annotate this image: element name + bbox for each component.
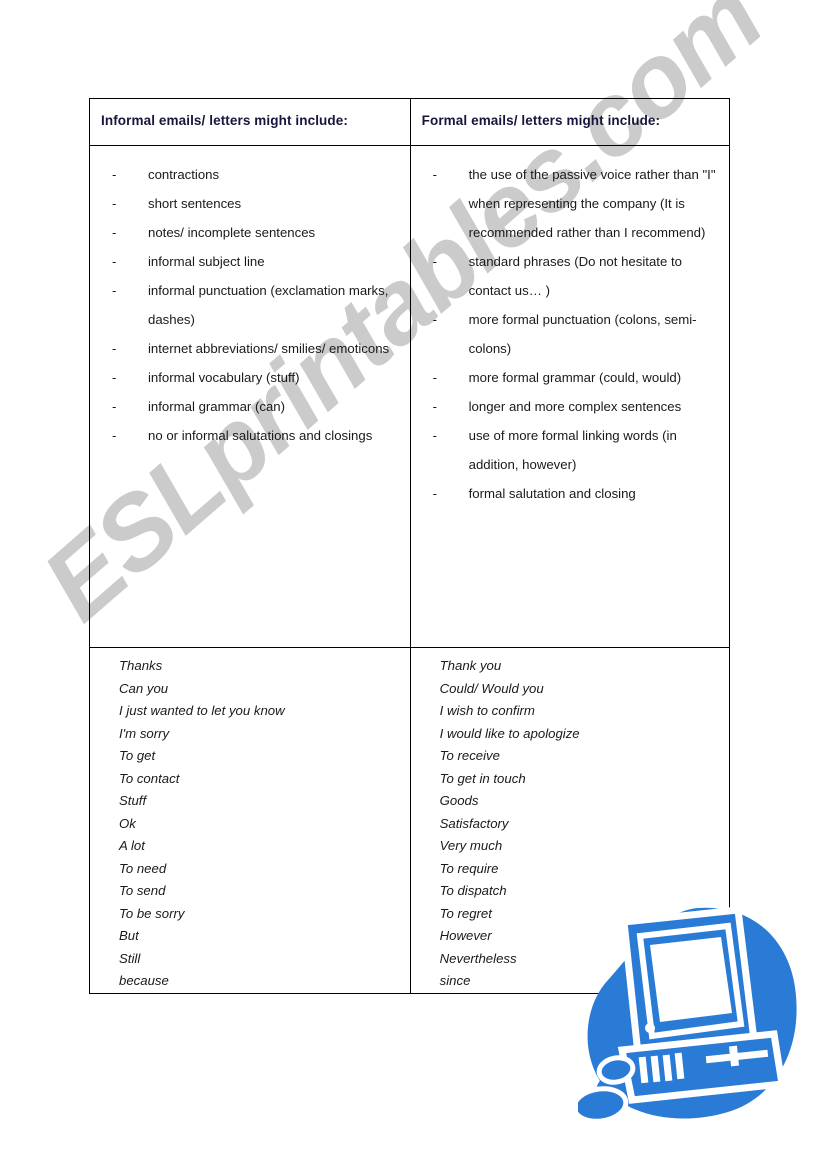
- list-item: Thanks: [119, 658, 163, 673]
- list-item: - the use of the passive voice rather tha…: [433, 160, 717, 247]
- dash-marker: -: [112, 428, 117, 443]
- dash-marker: -: [112, 370, 117, 385]
- list-item-label: contractions: [148, 167, 220, 182]
- dash-marker: -: [112, 341, 117, 356]
- list-item: To be sorry: [119, 905, 185, 921]
- list-item: Stuff: [119, 793, 147, 808]
- list-item: Thank you: [439, 658, 502, 673]
- list-item-label: informal grammar (can): [148, 399, 286, 414]
- list-item: To contact: [119, 770, 180, 786]
- features-cell-formal: - the use of the passive voice rather tha…: [409, 145, 731, 648]
- list-item: To get: [119, 748, 156, 763]
- list-item: - internet abbreviations/ smilies/ emotic…: [112, 334, 398, 363]
- list-item-label: no or informal salutations and closings: [148, 428, 373, 443]
- list-item-label: internet abbreviations/ smilies/ emotico…: [148, 341, 390, 356]
- list-item: - more formal punctuation (colons, semi-c…: [433, 305, 717, 363]
- list-item: I'm sorry: [119, 725, 170, 741]
- list-item-label: more formal grammar (could, would): [468, 370, 682, 385]
- list-item-label: longer and more complex sentences: [468, 399, 682, 414]
- list-item: - informal punctuation (exclamation marks…: [112, 276, 398, 334]
- header-cell-informal: Informal emails/ letters might include:: [89, 98, 411, 146]
- list-item: Goods: [439, 793, 479, 808]
- list-item: To require: [439, 860, 499, 876]
- formal-feature-list: - the use of the passive voice rather tha…: [411, 160, 729, 508]
- list-item: Can you: [119, 680, 169, 696]
- list-item: A lot: [119, 838, 145, 853]
- table-header-row: Informal emails/ letters might include: …: [89, 98, 731, 146]
- list-item-label: the use of the passive voice rather than…: [468, 167, 716, 240]
- list-item-label: short sentences: [148, 196, 242, 211]
- dash-marker: -: [432, 370, 438, 385]
- column-header-formal: Formal emails/ letters might include:: [421, 113, 661, 128]
- list-item: To get in touch: [439, 770, 526, 786]
- list-item-label: notes/ incomplete sentences: [148, 225, 316, 240]
- list-item-label: use of more formal linking words (in add…: [468, 428, 677, 472]
- list-item: - informal vocabulary (stuff): [112, 363, 398, 392]
- dash-marker: -: [432, 399, 438, 414]
- list-item: Ok: [119, 815, 136, 831]
- dash-marker: -: [432, 254, 438, 269]
- dash-marker: -: [432, 167, 438, 182]
- features-cell-informal: - contractions - short sentences - notes/ i…: [89, 145, 411, 648]
- dash-marker: -: [112, 225, 117, 240]
- informal-feature-list: - contractions - short sentences - notes/ i…: [90, 160, 410, 450]
- list-item: I wish to confirm: [439, 703, 535, 718]
- list-item: - use of more formal linking words (in ad…: [433, 421, 717, 479]
- list-item: - informal grammar (can): [112, 392, 398, 421]
- dash-marker: -: [112, 254, 117, 269]
- list-item-label: formal salutation and closing: [468, 486, 636, 501]
- list-item: Still: [119, 950, 141, 966]
- header-cell-formal: Formal emails/ letters might include:: [409, 98, 731, 146]
- phrases-cell-informal: Thanks Can you I just wanted to let you …: [89, 647, 411, 994]
- dash-marker: -: [112, 399, 117, 414]
- list-item: Satisfactory: [439, 815, 509, 831]
- list-item-label: more formal punctuation (colons, semi-co…: [468, 312, 697, 356]
- table-features-row: - contractions - short sentences - notes/ i…: [89, 145, 731, 648]
- list-item: But: [119, 928, 139, 943]
- list-item: because: [119, 973, 169, 988]
- list-item: - longer and more complex sentences: [433, 392, 717, 421]
- list-item: - formal salutation and closing: [433, 479, 717, 508]
- list-item: - contractions: [112, 160, 398, 189]
- list-item-label: informal subject line: [148, 254, 265, 269]
- list-item: To receive: [439, 748, 500, 763]
- desktop-computer-icon: [578, 906, 797, 1124]
- column-header-informal: Informal emails/ letters might include:: [101, 113, 348, 128]
- list-item: - standard phrases (Do not hesitate to co…: [433, 247, 717, 305]
- list-item: - notes/ incomplete sentences: [112, 218, 398, 247]
- list-item-label: informal vocabulary (stuff): [148, 370, 300, 385]
- dash-marker: -: [112, 167, 117, 182]
- informal-phrase-list: Thanks Can you I just wanted to let you …: [90, 655, 410, 993]
- list-item: Could/ Would you: [439, 680, 544, 696]
- dash-marker: -: [432, 428, 438, 443]
- list-item: I would like to apologize: [439, 725, 580, 741]
- list-item: Very much: [439, 838, 503, 853]
- dash-marker: -: [112, 283, 117, 298]
- dash-marker: -: [432, 486, 438, 501]
- list-item-label: standard phrases (Do not hesitate to con…: [468, 254, 682, 298]
- list-item: - short sentences: [112, 189, 398, 218]
- list-item: To need: [119, 860, 167, 876]
- list-item-label: informal punctuation (exclamation marks,…: [148, 283, 389, 327]
- list-item: - informal subject line: [112, 247, 398, 276]
- comparison-table: Informal emails/ letters might include: …: [89, 98, 731, 994]
- dash-marker: -: [112, 196, 117, 211]
- list-item: To send: [119, 883, 166, 898]
- list-item: I just wanted to let you know: [119, 703, 285, 718]
- dash-marker: -: [432, 312, 438, 327]
- list-item: - more formal grammar (could, would): [433, 363, 717, 392]
- list-item: - no or informal salutations and closings: [112, 421, 398, 450]
